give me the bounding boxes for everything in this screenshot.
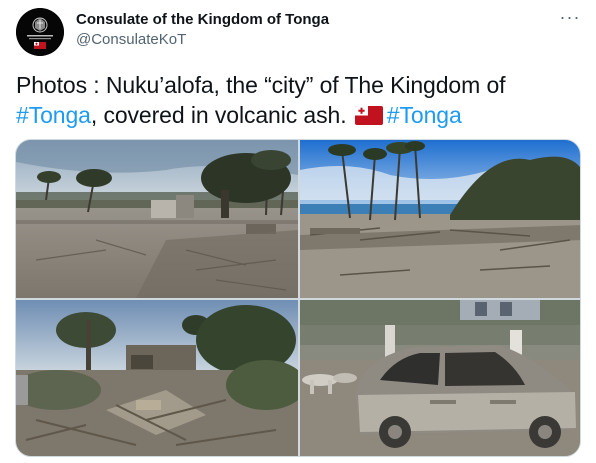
hashtag-link-2[interactable]: #Tonga (387, 102, 462, 128)
tweet-text-part1: Photos : Nuku’alofa, the “city” of The K… (16, 72, 506, 98)
consulate-seal-icon (16, 8, 64, 56)
media-grid (15, 139, 581, 457)
more-options-icon[interactable]: ··· (556, 6, 584, 32)
tweet-card: Consulate of the Kingdom of Tonga @Consu… (0, 0, 596, 463)
hashtag-link-1[interactable]: #Tonga (16, 102, 91, 128)
photo-ash-shoreline[interactable] (300, 140, 580, 298)
account-handle[interactable]: @ConsulateKoT (76, 31, 186, 48)
photo-collapsed-house[interactable] (16, 300, 298, 456)
photo-ash-car[interactable] (300, 300, 580, 456)
display-name[interactable]: Consulate of the Kingdom of Tonga (76, 11, 329, 28)
tweet-text: Photos : Nuku’alofa, the “city” of The K… (16, 70, 582, 130)
photo-ash-street[interactable] (16, 140, 298, 298)
avatar[interactable] (16, 8, 64, 56)
tonga-flag-icon (354, 106, 383, 125)
tweet-text-part2: , covered in volcanic ash. (90, 102, 353, 128)
